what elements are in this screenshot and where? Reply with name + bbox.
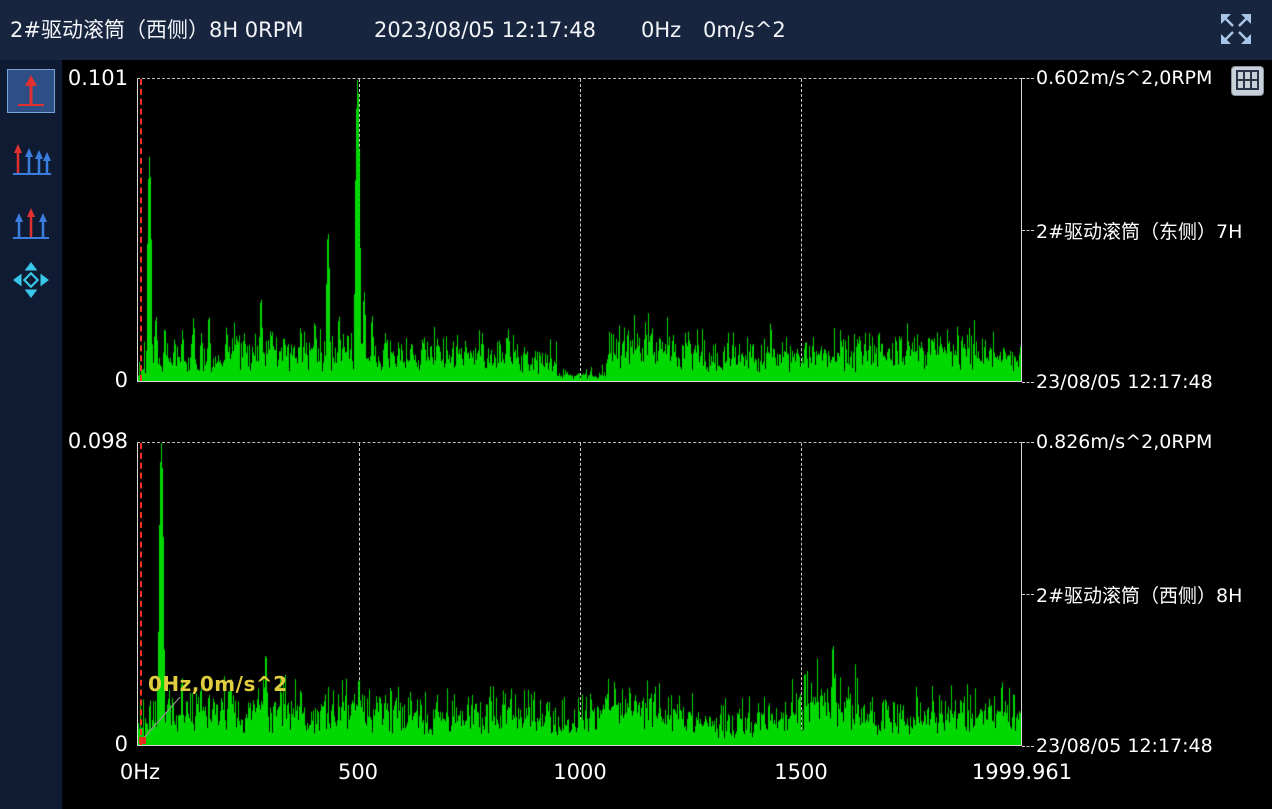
x-axis-label-max: 1999.961 [972, 760, 1072, 784]
panel2-right-max: 0.826m/s^2,0RPM [1022, 430, 1212, 454]
panel1-right-time: 23/08/05 12:17:48 [1022, 370, 1213, 394]
cursor-frequency-readout: 0Hz [641, 0, 681, 60]
fullscreen-icon [1218, 11, 1254, 47]
panel1-right-title: 2#驱动滚筒（东侧）7H [1022, 218, 1242, 242]
panel1-max-value: 0.602m/s^2,0RPM [1036, 67, 1212, 89]
spectrum-canvas-2[interactable] [138, 443, 1021, 745]
panel2-max-value: 0.826m/s^2,0RPM [1036, 431, 1212, 453]
header: 2#驱动滚筒（西侧）8H 0RPM 2023/08/05 12:17:48 0H… [0, 0, 1272, 60]
fullscreen-button[interactable] [1217, 11, 1255, 49]
tool-single-cursor[interactable] [7, 69, 55, 113]
cursor-line-2[interactable] [140, 443, 142, 745]
cursor-annotation: 0Hz,0m/s^2 [148, 672, 288, 696]
tool-harmonic-cursor[interactable] [7, 138, 55, 182]
grid-layout-button[interactable] [1231, 66, 1264, 96]
chart-area: 0.101 0 0.098 0 0Hz,0m/s^2 0.602m/s^2,0R [0, 60, 1272, 809]
single-cursor-icon [10, 72, 52, 110]
x-axis-label-500: 500 [338, 760, 378, 784]
panel1-y-min-label: 0 [54, 368, 128, 392]
spectrum-canvas-1[interactable] [138, 79, 1021, 381]
channel-title: 2#驱动滚筒（西侧）8H 0RPM [10, 0, 304, 60]
tick-mark [1022, 382, 1034, 383]
sideband-cursor-icon [10, 205, 52, 243]
panel1-right-max: 0.602m/s^2,0RPM [1022, 66, 1212, 90]
panel1-y-max-label: 0.101 [54, 66, 128, 90]
tool-pan[interactable] [7, 258, 55, 302]
x-axis-label-0: 0Hz [120, 760, 160, 784]
tick-mark [1022, 746, 1034, 747]
spectrum-plot-1[interactable] [137, 78, 1022, 382]
spectrum-plot-2[interactable]: 0Hz,0m/s^2 [137, 442, 1022, 746]
tool-sidebar [0, 60, 62, 809]
vibration-analyzer-app: 2#驱动滚筒（西侧）8H 0RPM 2023/08/05 12:17:48 0H… [0, 0, 1272, 809]
x-axis-label-1000: 1000 [553, 760, 606, 784]
panel2-right-time: 23/08/05 12:17:48 [1022, 734, 1213, 758]
tool-sideband-cursor[interactable] [7, 202, 55, 246]
cursor-amplitude-readout: 0m/s^2 [703, 0, 786, 60]
x-axis-label-1500: 1500 [774, 760, 827, 784]
panel2-channel-name: 2#驱动滚筒（西侧）8H [1036, 581, 1242, 608]
pan-icon [12, 261, 50, 299]
panel2-y-max-label: 0.098 [54, 429, 128, 453]
panel2-y-min-label: 0 [54, 732, 128, 756]
panel1-channel-name: 2#驱动滚筒（东侧）7H [1036, 217, 1242, 244]
cursor-line-1[interactable] [140, 79, 142, 381]
tick-mark [1022, 230, 1034, 231]
panel1-time: 23/08/05 12:17:48 [1036, 371, 1213, 393]
panel2-time: 23/08/05 12:17:48 [1036, 735, 1213, 757]
panel2-right-title: 2#驱动滚筒（西侧）8H [1022, 582, 1242, 606]
tick-mark [1022, 442, 1034, 443]
header-timestamp: 2023/08/05 12:17:48 [374, 0, 596, 60]
tick-mark [1022, 78, 1034, 79]
grid-layout-icon [1235, 69, 1260, 91]
tick-mark [1022, 594, 1034, 595]
harmonic-cursor-icon [10, 141, 52, 179]
